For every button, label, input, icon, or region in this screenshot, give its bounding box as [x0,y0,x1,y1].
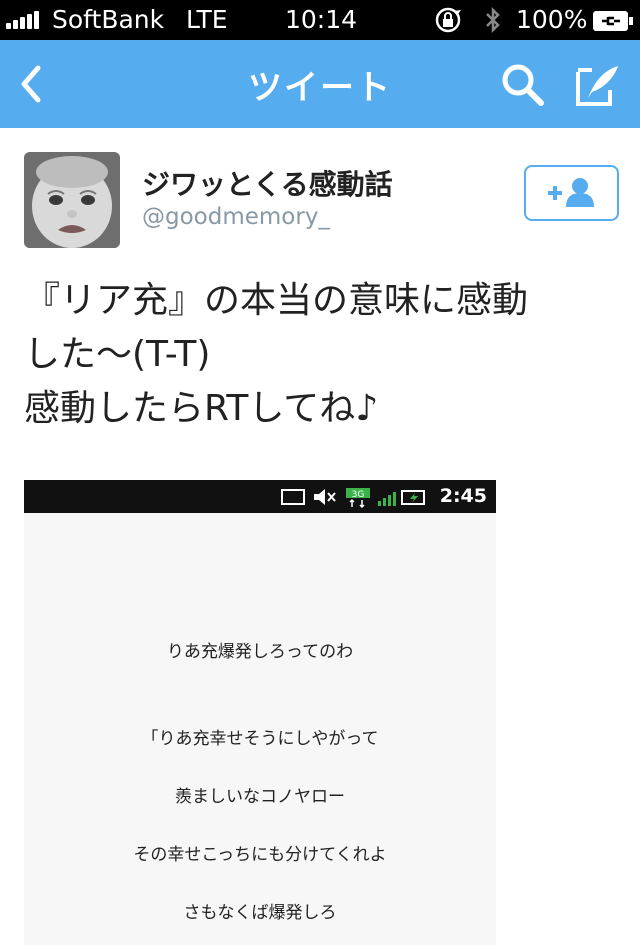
android-status-icons: 3G [281,488,425,508]
tweet-line: した〜(T-T) [24,334,211,375]
account-handle[interactable]: @goodmemory_ [142,204,330,230]
clock: 10:14 [285,5,358,34]
network-label: LTE [186,5,228,34]
page-title: ツイート [248,68,392,108]
tweet-line: 感動したらRTしてね♪ [24,388,379,429]
add-user-icon [548,178,594,207]
battery-percent: 100% [516,5,588,34]
search-icon[interactable] [500,62,546,112]
bluetooth-icon [484,6,502,40]
media-network-label: 3G [352,490,365,500]
nav-bar: ツイート [0,40,640,128]
battery-charging-icon [592,9,634,38]
avatar[interactable] [24,152,120,248]
media-text-line: りあ充爆発しろってのわ [166,642,354,662]
tweet-media-image[interactable]: 3G 2:45 りあ充爆発しろってのわ 「りあ充幸せそうにしやがって 羨ましいな… [24,480,496,945]
account-name[interactable]: ジワッとくる感動話 [142,163,393,203]
carrier-label: SoftBank [52,5,165,34]
tweet-line: 『リア充』の本当の意味に感動 [24,280,529,321]
media-clock: 2:45 [439,485,487,507]
media-text-line: 羨ましいなコノヤロー [175,787,345,807]
status-bar: SoftBank LTE 10:14 100% [0,0,640,40]
back-chevron-icon[interactable] [18,64,44,108]
tweet-text: 『リア充』の本当の意味に感動 した〜(T-T) 感動したらRTしてね♪ [24,274,624,436]
media-status-bar: 3G 2:45 [24,480,496,513]
compose-tweet-icon[interactable] [574,62,622,112]
media-text-line: その幸せこっちにも分けてくれよ [133,845,387,865]
media-text-line: 「りあ充幸せそうにしやがって [141,729,379,749]
media-text-line: さもなくば爆発しろ [183,903,337,923]
rotation-lock-icon [434,6,464,40]
follow-button[interactable] [524,165,619,221]
crying-baby-photo [24,152,120,248]
